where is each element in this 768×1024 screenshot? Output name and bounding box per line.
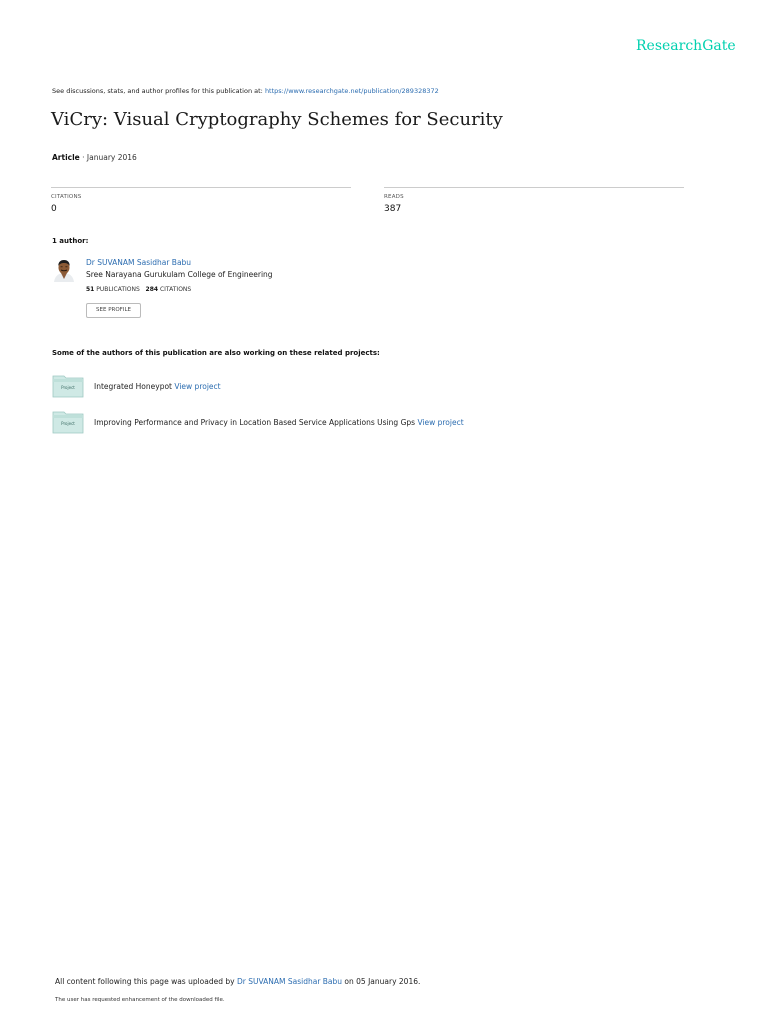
author-name-link[interactable]: Dr SUVANAM Sasidhar Babu xyxy=(86,258,191,267)
discussion-text: See discussions, stats, and author profi… xyxy=(52,87,265,95)
view-project-link[interactable]: View project xyxy=(174,382,220,391)
citations-stat: CITATIONS 0 xyxy=(51,187,351,214)
publication-url-link[interactable]: https://www.researchgate.net/publication… xyxy=(265,87,439,95)
project-item: Project Integrated Honeypot View project xyxy=(52,374,752,400)
project-title: Integrated Honeypot xyxy=(94,382,175,391)
authors-heading: 1 author: xyxy=(52,237,89,245)
related-projects-heading: Some of the authors of this publication … xyxy=(52,349,380,357)
author-avatar[interactable] xyxy=(52,258,76,282)
project-thumbnail[interactable]: Project xyxy=(52,374,84,398)
author-institution: Sree Narayana Gurukulam College of Engin… xyxy=(86,270,273,279)
citations-label: CITATIONS xyxy=(51,194,82,200)
article-title: ViCry: Visual Cryptography Schemes for S… xyxy=(51,109,503,130)
project-item: Project Improving Performance and Privac… xyxy=(52,410,752,436)
author-stats: 51 PUBLICATIONS 284 CITATIONS xyxy=(86,286,191,293)
researchgate-logo[interactable]: ResearchGate xyxy=(636,38,736,54)
author-citations-count: 284 xyxy=(145,286,159,293)
article-meta: Article · January 2016 xyxy=(52,153,137,162)
discussion-line: See discussions, stats, and author profi… xyxy=(52,87,439,95)
upload-note: All content following this page was uplo… xyxy=(55,977,420,986)
project-thumbnail-label: Project xyxy=(61,385,75,390)
reads-label: READS xyxy=(384,194,404,200)
project-text: Integrated Honeypot View project xyxy=(94,382,221,391)
view-project-link[interactable]: View project xyxy=(417,418,463,427)
project-text: Improving Performance and Privacy in Loc… xyxy=(94,418,464,427)
project-title: Improving Performance and Privacy in Loc… xyxy=(94,418,418,427)
reads-stat: READS 387 xyxy=(384,187,684,214)
upload-prefix: All content following this page was uplo… xyxy=(55,977,237,986)
author-citations-label: CITATIONS xyxy=(158,286,192,293)
article-date: · January 2016 xyxy=(79,153,137,162)
project-thumbnail-label: Project xyxy=(61,421,75,426)
enhancement-note: The user has requested enhancement of th… xyxy=(55,997,225,1003)
project-thumbnail[interactable]: Project xyxy=(52,410,84,434)
author-publications-label: PUBLICATIONS xyxy=(94,286,140,293)
article-type: Article xyxy=(52,153,80,162)
see-profile-button[interactable]: SEE PROFILE xyxy=(86,303,141,318)
upload-suffix: on 05 January 2016. xyxy=(342,977,421,986)
citations-value: 0 xyxy=(51,204,57,214)
reads-value: 387 xyxy=(384,204,402,214)
uploader-link[interactable]: Dr SUVANAM Sasidhar Babu xyxy=(237,977,342,986)
